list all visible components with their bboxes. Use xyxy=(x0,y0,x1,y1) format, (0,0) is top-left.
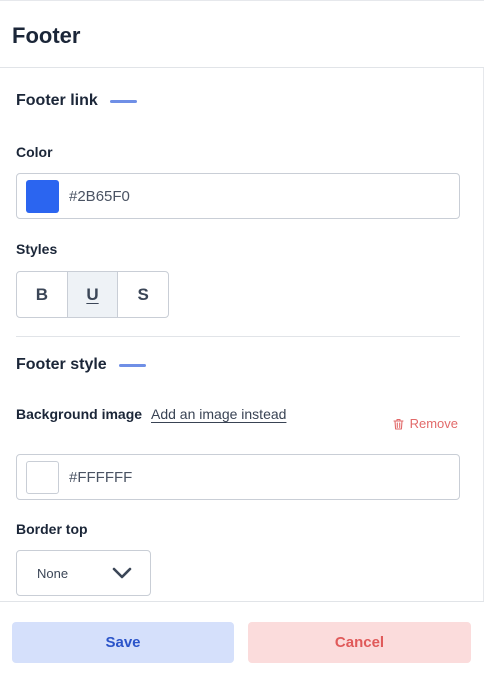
section-heading-label: Footer link xyxy=(16,92,98,109)
remove-button[interactable]: Remove xyxy=(393,416,458,431)
background-color-swatch[interactable] xyxy=(26,460,59,494)
link-color-value[interactable]: #2B65F0 xyxy=(69,188,130,205)
underline-button-label: U xyxy=(86,284,99,304)
underline-button[interactable]: U xyxy=(66,272,118,317)
section-dash xyxy=(109,99,137,103)
panel-title: Footer xyxy=(12,23,81,48)
panel-header: Footer xyxy=(0,0,484,68)
section-heading-label: Footer style xyxy=(16,356,107,373)
section-heading-footer-link: Footer link xyxy=(16,92,137,110)
background-image-label: Background image xyxy=(16,406,143,422)
link-color-field[interactable]: #2B65F0 xyxy=(16,173,460,219)
remove-label: Remove xyxy=(409,416,458,431)
chevron-down-icon xyxy=(112,567,132,579)
bold-button[interactable]: B xyxy=(17,272,67,317)
background-color-value[interactable]: #FFFFFF xyxy=(69,469,132,486)
color-label: Color xyxy=(16,144,53,160)
cancel-button[interactable]: Cancel xyxy=(248,622,471,663)
bold-button-label: B xyxy=(35,284,48,304)
link-color-swatch[interactable] xyxy=(26,179,59,213)
settings-scroll-area[interactable]: Footer link Color #2B65F0 Styles B U S F… xyxy=(0,68,484,601)
border-top-select[interactable]: None xyxy=(16,550,151,596)
border-top-label: Border top xyxy=(16,521,88,537)
add-image-link[interactable]: Add an image instead xyxy=(151,406,286,422)
section-heading-footer-style: Footer style xyxy=(16,356,146,374)
text-style-toggle-group: B U S xyxy=(16,271,169,318)
styles-label: Styles xyxy=(16,241,58,257)
strikethrough-button[interactable]: S xyxy=(117,272,168,317)
background-color-field[interactable]: #FFFFFF xyxy=(16,454,460,500)
strikethrough-button-label: S xyxy=(137,284,149,304)
action-bar: Save Cancel xyxy=(0,601,484,677)
section-dash xyxy=(118,363,146,367)
trash-icon xyxy=(393,418,404,430)
border-top-value: None xyxy=(37,565,69,581)
save-button[interactable]: Save xyxy=(12,622,234,663)
section-divider xyxy=(16,336,460,337)
